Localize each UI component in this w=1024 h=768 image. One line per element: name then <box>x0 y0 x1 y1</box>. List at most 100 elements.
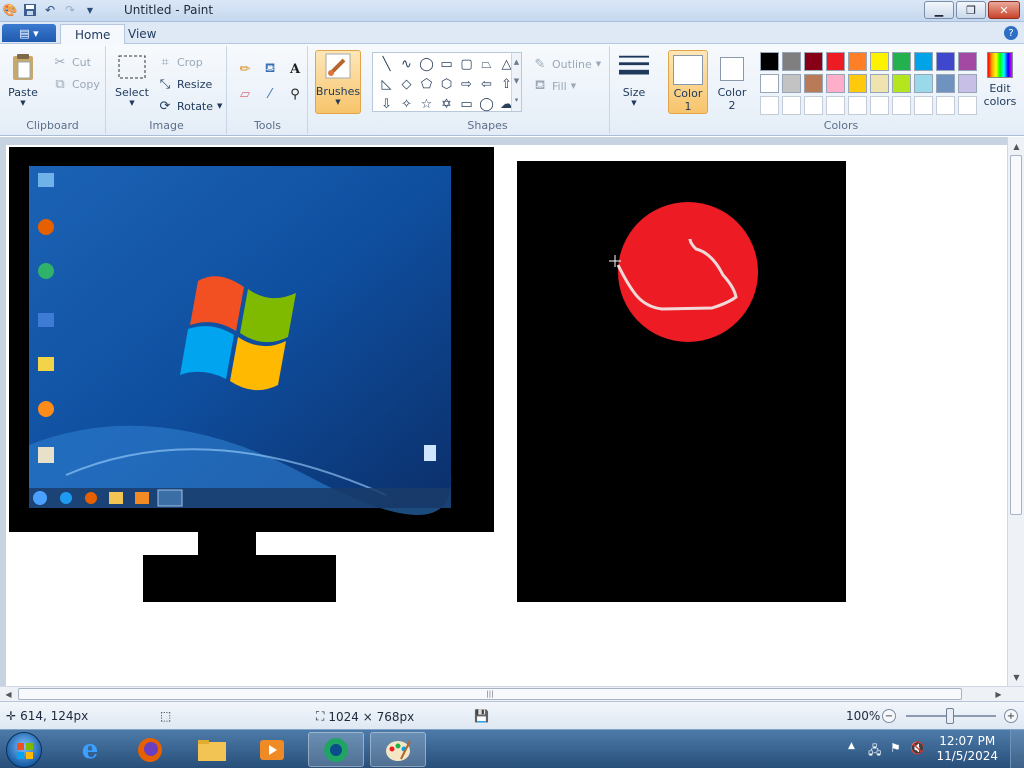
network-icon[interactable]: 🖧 <box>868 741 881 762</box>
outline-button[interactable]: ✎ Outline ▼ <box>532 56 602 72</box>
palette-swatch[interactable] <box>958 96 977 115</box>
rotate-button[interactable]: ⟳ Rotate ▼ <box>157 98 223 114</box>
right-arrow-shape-icon[interactable]: ⇨ <box>457 75 476 94</box>
taskbar-media-player[interactable] <box>244 732 300 767</box>
palette-swatch[interactable] <box>804 96 823 115</box>
color-picker-icon[interactable]: ⁄ <box>259 83 281 105</box>
diamond-shape-icon[interactable]: ◇ <box>397 75 416 94</box>
palette-swatch[interactable] <box>826 52 845 71</box>
magnifier-icon[interactable]: ⚲ <box>284 83 306 105</box>
copy-button[interactable]: ⧉ Copy <box>52 76 100 92</box>
scroll-right-icon[interactable]: ▶ <box>990 686 1007 702</box>
zoom-slider-handle[interactable] <box>946 708 954 724</box>
palette-swatch[interactable] <box>760 96 779 115</box>
palette-swatch[interactable] <box>914 96 933 115</box>
palette-swatch[interactable] <box>760 74 779 93</box>
palette-swatch[interactable] <box>892 96 911 115</box>
palette-swatch[interactable] <box>936 74 955 93</box>
brushes-button[interactable]: Brushes ▼ <box>315 50 361 114</box>
pencil-icon[interactable]: ✏ <box>234 58 256 80</box>
palette-swatch[interactable] <box>914 52 933 71</box>
vertical-scroll-thumb[interactable] <box>1010 155 1022 515</box>
palette-swatch[interactable] <box>760 52 779 71</box>
rounded-rectangle-shape-icon[interactable]: ▢ <box>457 55 476 74</box>
fill-bucket-icon[interactable]: ⛾ <box>259 58 281 80</box>
start-button[interactable] <box>6 732 42 768</box>
palette-swatch[interactable] <box>914 74 933 93</box>
zoom-out-button[interactable]: − <box>882 709 896 723</box>
volume-muted-icon[interactable]: 🔇 <box>910 741 925 755</box>
redo-icon[interactable]: ↷ <box>62 2 78 18</box>
polygon-shape-icon[interactable]: ⏢ <box>477 55 496 74</box>
scroll-left-icon[interactable]: ◀ <box>0 686 17 702</box>
resize-button[interactable]: ⤡ Resize <box>157 76 212 92</box>
horizontal-scroll-thumb[interactable]: ||| <box>18 688 962 700</box>
restore-button[interactable]: ❐ <box>956 1 986 19</box>
palette-swatch[interactable] <box>892 74 911 93</box>
hexagon-shape-icon[interactable]: ⬡ <box>437 75 456 94</box>
palette-swatch[interactable] <box>826 96 845 115</box>
palette-swatch[interactable] <box>848 74 867 93</box>
close-button[interactable]: ✕ <box>988 1 1020 19</box>
vertical-scrollbar[interactable]: ▲ ▼ <box>1007 137 1024 686</box>
oval-callout-shape-icon[interactable]: ◯ <box>477 95 496 114</box>
undo-icon[interactable]: ↶ <box>42 2 58 18</box>
action-center-flag-icon[interactable]: ⚑ <box>890 741 901 755</box>
line-shape-icon[interactable]: ╲ <box>377 55 396 74</box>
rectangle-shape-icon[interactable]: ▭ <box>437 55 456 74</box>
pentagon-shape-icon[interactable]: ⬠ <box>417 75 436 94</box>
palette-swatch[interactable] <box>782 74 801 93</box>
clock[interactable]: 12:07 PM 11/5/2024 <box>936 734 998 764</box>
four-point-star-shape-icon[interactable]: ✧ <box>397 95 416 114</box>
text-icon[interactable]: A <box>284 58 306 80</box>
minimize-button[interactable]: ▁ <box>924 1 954 19</box>
scroll-up-icon[interactable]: ▲ <box>1008 138 1024 154</box>
palette-swatch[interactable] <box>782 96 801 115</box>
right-triangle-shape-icon[interactable]: ◺ <box>377 75 396 94</box>
taskbar-firefox[interactable] <box>122 732 178 767</box>
paste-button[interactable]: Paste ▼ <box>8 52 38 107</box>
palette-swatch[interactable] <box>804 74 823 93</box>
palette-swatch[interactable] <box>892 52 911 71</box>
six-point-star-shape-icon[interactable]: ✡ <box>437 95 456 114</box>
taskbar-paint[interactable] <box>370 732 426 767</box>
taskbar-file-explorer[interactable] <box>184 732 240 767</box>
color1-button[interactable]: Color 1 <box>668 50 708 114</box>
file-menu-button[interactable]: ▤ ▾ <box>2 24 56 42</box>
select-button[interactable]: Select ▼ <box>115 52 149 107</box>
palette-swatch[interactable] <box>848 96 867 115</box>
rect-callout-shape-icon[interactable]: ▭ <box>457 95 476 114</box>
color2-button[interactable]: Color 2 <box>712 50 752 114</box>
down-arrow-shape-icon[interactable]: ⇩ <box>377 95 396 114</box>
curve-shape-icon[interactable]: ∿ <box>397 55 416 74</box>
horizontal-scrollbar[interactable]: ◀ ||| ▶ <box>0 686 1024 701</box>
five-point-star-shape-icon[interactable]: ☆ <box>417 95 436 114</box>
palette-swatch[interactable] <box>936 52 955 71</box>
show-hidden-icons-icon[interactable]: ▲ <box>848 741 855 751</box>
crop-button[interactable]: ⌗ Crop <box>157 54 202 70</box>
fill-button[interactable]: ⛾ Fill ▼ <box>532 78 576 94</box>
eraser-icon[interactable]: ▱ <box>234 83 256 105</box>
palette-swatch[interactable] <box>804 52 823 71</box>
cut-button[interactable]: ✂ Cut <box>52 54 91 70</box>
palette-swatch[interactable] <box>870 74 889 93</box>
palette-swatch[interactable] <box>958 74 977 93</box>
left-arrow-shape-icon[interactable]: ⇦ <box>477 75 496 94</box>
select-dropdown-icon[interactable]: ▼ <box>129 99 134 107</box>
save-icon[interactable] <box>22 2 38 18</box>
zoom-in-button[interactable]: + <box>1004 709 1018 723</box>
show-desktop-button[interactable] <box>1010 730 1024 768</box>
help-icon[interactable]: ? <box>1004 26 1018 40</box>
size-button[interactable]: Size ▼ <box>619 52 649 107</box>
oval-shape-icon[interactable]: ◯ <box>417 55 436 74</box>
tab-view[interactable]: View <box>114 24 170 44</box>
customize-qat-icon[interactable]: ▼ <box>82 2 98 18</box>
edit-colors-button[interactable]: Edit colors <box>980 52 1020 108</box>
palette-swatch[interactable] <box>870 52 889 71</box>
palette-swatch[interactable] <box>958 52 977 71</box>
taskbar-internet-explorer[interactable]: e <box>62 732 118 767</box>
paint-app-icon[interactable]: 🎨 <box>2 2 18 18</box>
palette-swatch[interactable] <box>870 96 889 115</box>
palette-swatch[interactable] <box>826 74 845 93</box>
paste-dropdown-icon[interactable]: ▼ <box>20 99 25 107</box>
